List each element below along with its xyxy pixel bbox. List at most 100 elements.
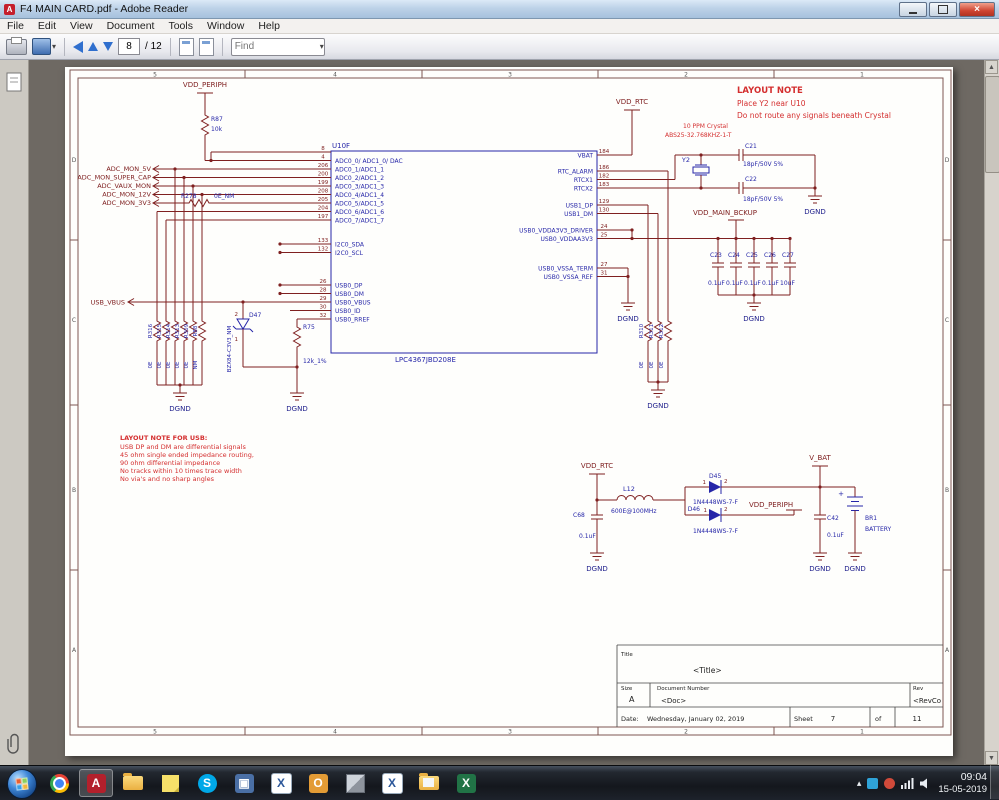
pin-name: USB0_DM — [335, 291, 364, 298]
taskbar-chrome-icon[interactable] — [42, 769, 76, 797]
maximize-button[interactable] — [929, 2, 957, 17]
pin-number: 129 — [599, 199, 610, 205]
part-value: 0E — [157, 361, 163, 368]
taskbar-folder-icon[interactable] — [412, 769, 446, 797]
part-value: 0E — [649, 361, 655, 368]
menu-edit[interactable]: Edit — [31, 20, 63, 32]
start-button[interactable] — [7, 769, 37, 799]
net-label-text: ADC_VAUX_MON — [97, 182, 151, 190]
hidden-icons-caret[interactable]: ▴ — [857, 778, 862, 789]
attachments-paperclip-icon[interactable] — [6, 732, 23, 754]
taskbar-adobe-reader-icon[interactable]: A — [79, 769, 113, 797]
volume-icon[interactable] — [920, 778, 932, 789]
pin-number: 30 — [320, 305, 327, 311]
tray-app2-icon[interactable] — [884, 777, 896, 789]
battery-plus: + — [838, 490, 844, 498]
ref-designator: C21 — [745, 143, 757, 150]
find-input[interactable] — [231, 41, 320, 52]
vssa-ground: DGND — [612, 267, 639, 323]
part-value: 0E — [639, 361, 645, 368]
crystal-note: 10 PPM Crystal — [683, 123, 728, 130]
toolbar: ▾ / 12 ▾ — [0, 34, 999, 60]
part-value: 0E — [148, 361, 154, 368]
scroll-up-button[interactable]: ▲ — [985, 60, 998, 74]
titleblock-label: Date: — [621, 715, 639, 723]
pin-number: 132 — [318, 247, 329, 253]
pin-number: 186 — [599, 165, 610, 171]
taskbar-excel-doc2-icon[interactable]: X — [375, 769, 409, 797]
menu-help[interactable]: Help — [251, 20, 287, 32]
find-dropdown-icon[interactable]: ▾ — [320, 42, 324, 51]
taskbar-excel-icon[interactable]: X — [449, 769, 483, 797]
menu-tools[interactable]: Tools — [161, 20, 200, 32]
grid-row-label: A — [72, 647, 77, 654]
pin-number: 206 — [318, 163, 329, 169]
part-value: 12k_1% — [303, 358, 327, 365]
document-area[interactable]: 5 4 3 2 1 5 4 3 2 1 D C B A D C B A LAYO… — [29, 60, 985, 765]
ground-label: DGND — [169, 405, 190, 413]
vdd-rtc-top: VDD_RTC — [612, 98, 648, 156]
power-net-label: VDD_MAIN_BCKUP — [693, 209, 757, 217]
tray-clock[interactable]: 09:04 15-05-2019 — [938, 771, 987, 795]
show-desktop-button[interactable] — [990, 765, 999, 799]
print-button[interactable] — [6, 36, 27, 55]
taskbar-explorer-icon[interactable] — [116, 769, 150, 797]
power-net-label: VDD_RTC — [616, 98, 648, 106]
pin-number: 4 — [321, 155, 325, 161]
menu-file[interactable]: File — [0, 20, 31, 32]
pin-name: I2C0_SCL — [335, 250, 364, 257]
pin-number: 208 — [318, 189, 329, 195]
adc-wires — [153, 167, 316, 317]
tray-app1-icon[interactable] — [867, 777, 879, 789]
taskbar-notes-icon[interactable] — [153, 769, 187, 797]
grid-row-label: C — [72, 317, 76, 324]
page-number-input[interactable] — [118, 38, 141, 55]
previous-page-button[interactable] — [88, 42, 99, 51]
usb1-wires — [612, 204, 659, 317]
chip-ref: U10F — [332, 142, 350, 150]
part-value: 0E — [184, 361, 190, 368]
taskbar-outlook-icon[interactable]: O — [301, 769, 335, 797]
menu-window[interactable]: Window — [200, 20, 251, 32]
save-dropdown-button[interactable]: ▾ — [32, 38, 56, 55]
taskbar-3d-app-icon[interactable] — [338, 769, 372, 797]
titleblock-sheet: 7 — [831, 715, 835, 723]
ground-label: DGND — [809, 565, 830, 573]
taskbar-skype-icon[interactable]: S — [190, 769, 224, 797]
pin-number: 2 — [724, 479, 728, 485]
grid-row-label: A — [945, 647, 950, 654]
pin-name: ADC0_4/ADC1_4 — [335, 192, 384, 199]
pin-name: USB1_DM — [564, 211, 593, 218]
minimize-button[interactable] — [899, 2, 927, 17]
ref-designator: C25 — [746, 252, 758, 259]
previous-view-icon[interactable] — [73, 40, 84, 53]
taskbar-excel-doc-icon[interactable]: X — [264, 769, 298, 797]
ref-designator: R316 — [148, 323, 154, 338]
close-button[interactable]: × — [959, 2, 995, 17]
note-line: USB DP and DM are differential signals — [120, 443, 246, 451]
pin-number: 27 — [601, 262, 608, 268]
next-page-button[interactable] — [103, 42, 114, 51]
scrollbar-thumb[interactable] — [985, 76, 999, 173]
taskbar-app-icon[interactable]: ▣ — [227, 769, 261, 797]
titleblock-label: Document Number — [657, 686, 710, 692]
net-label-text: ADC_MON_5V — [106, 165, 151, 173]
pin-number: 2 — [235, 312, 239, 318]
menu-document[interactable]: Document — [100, 20, 162, 32]
titleblock-label: of — [875, 715, 882, 723]
pages-panel-icon[interactable] — [6, 72, 23, 93]
chip-pin: 24 USB0_VDDA3V3_DRIVER — [519, 224, 612, 235]
pin-number: 29 — [320, 296, 327, 302]
menu-view[interactable]: View — [63, 20, 100, 32]
pin-name: RTCX1 — [574, 177, 593, 184]
grid-col-label: 5 — [153, 72, 157, 79]
vertical-scrollbar[interactable]: ▲ ▼ — [984, 60, 999, 765]
pin-name: ADC0_2/ADC1_2 — [335, 175, 384, 182]
zoom-in-icon[interactable] — [198, 37, 214, 56]
pin-name: USB0_VDDA3V3_DRIVER — [519, 228, 593, 235]
scroll-down-button[interactable]: ▼ — [985, 751, 998, 765]
pin-number: 184 — [599, 149, 610, 155]
right-resistor-array: R310 0E R311 0E R312 0E — [639, 316, 672, 382]
zoom-out-icon[interactable] — [178, 37, 194, 56]
network-icon[interactable] — [901, 777, 914, 789]
